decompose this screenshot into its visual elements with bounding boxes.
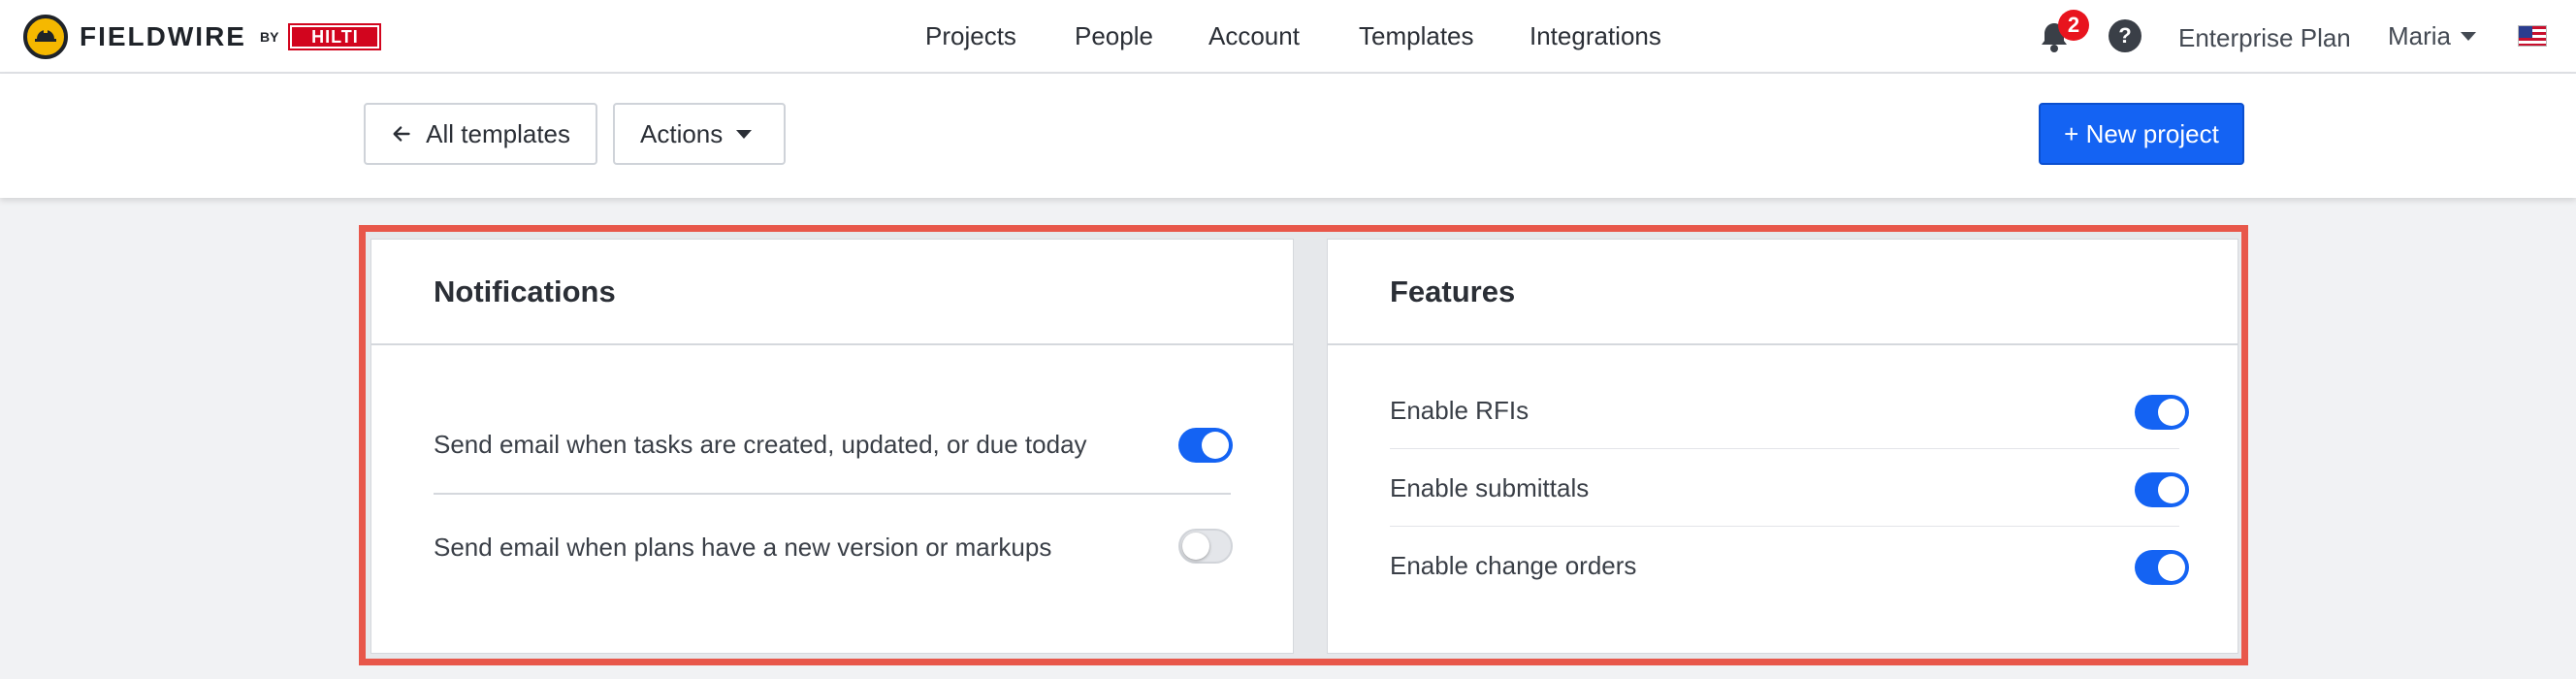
panel-divider [1328, 343, 2238, 345]
fieldwire-logo-icon [23, 15, 68, 59]
enable-change-orders-toggle[interactable] [2135, 550, 2189, 585]
new-project-button[interactable]: + New project [2039, 103, 2244, 165]
user-menu[interactable]: Maria [2388, 21, 2477, 51]
nav-integrations[interactable]: Integrations [1530, 21, 1661, 51]
nav-account[interactable]: Account [1208, 21, 1300, 51]
all-templates-label: All templates [426, 118, 570, 148]
nav-templates[interactable]: Templates [1359, 21, 1474, 51]
feature-setting-label: Enable change orders [1390, 551, 1637, 580]
plan-label[interactable]: Enterprise Plan [2178, 23, 2351, 53]
toggle-knob [1202, 432, 1229, 459]
panel-divider [371, 343, 1293, 345]
arrow-left-icon [393, 126, 410, 142]
notification-setting-label: Send email when plans have a new version… [434, 533, 1052, 562]
toggle-knob [1182, 533, 1209, 560]
toggle-knob [2158, 476, 2185, 503]
feature-setting-label: Enable submittals [1390, 473, 1590, 502]
user-name: Maria [2388, 21, 2452, 50]
notification-count-badge: 2 [2058, 10, 2089, 41]
chevron-down-icon [736, 129, 753, 139]
actions-dropdown-button[interactable]: Actions [613, 103, 786, 165]
toggle-knob [2158, 399, 2185, 426]
us-flag-icon[interactable] [2518, 25, 2547, 47]
help-icon[interactable]: ? [2109, 19, 2141, 52]
enable-rfis-toggle[interactable] [2135, 395, 2189, 430]
brand-name: FIELDWIRE [80, 21, 246, 51]
hilti-logo: HILTI [288, 23, 382, 50]
notifications-panel: Notifications Send email when tasks are … [370, 239, 1294, 654]
notifications-title: Notifications [434, 275, 616, 308]
notification-setting-label: Send email when tasks are created, updat… [434, 430, 1087, 459]
brand-by: BY [260, 29, 279, 45]
features-panel: Features Enable RFIs Enable submittals E… [1327, 239, 2238, 654]
nav-people[interactable]: People [1075, 21, 1153, 51]
fieldwire-logo[interactable]: FIELDWIRE BY HILTI [23, 15, 382, 59]
chevron-down-icon [2461, 32, 2477, 41]
all-templates-button[interactable]: All templates [364, 103, 597, 165]
row-divider [1390, 526, 2179, 527]
nav-projects[interactable]: Projects [925, 21, 1016, 51]
features-title: Features [1390, 275, 1516, 308]
template-toolbar: All templates Actions + New project [0, 74, 2576, 198]
plans-email-toggle[interactable] [1178, 529, 1233, 564]
enable-submittals-toggle[interactable] [2135, 472, 2189, 507]
task-email-toggle[interactable] [1178, 428, 1233, 463]
actions-label: Actions [640, 118, 724, 148]
feature-setting-label: Enable RFIs [1390, 396, 1530, 425]
flag-canton [2519, 26, 2532, 38]
row-divider [434, 493, 1231, 495]
top-navigation-bar: FIELDWIRE BY HILTI Projects People Accou… [0, 0, 2576, 74]
toggle-knob [2158, 554, 2185, 581]
row-divider [1390, 448, 2179, 449]
